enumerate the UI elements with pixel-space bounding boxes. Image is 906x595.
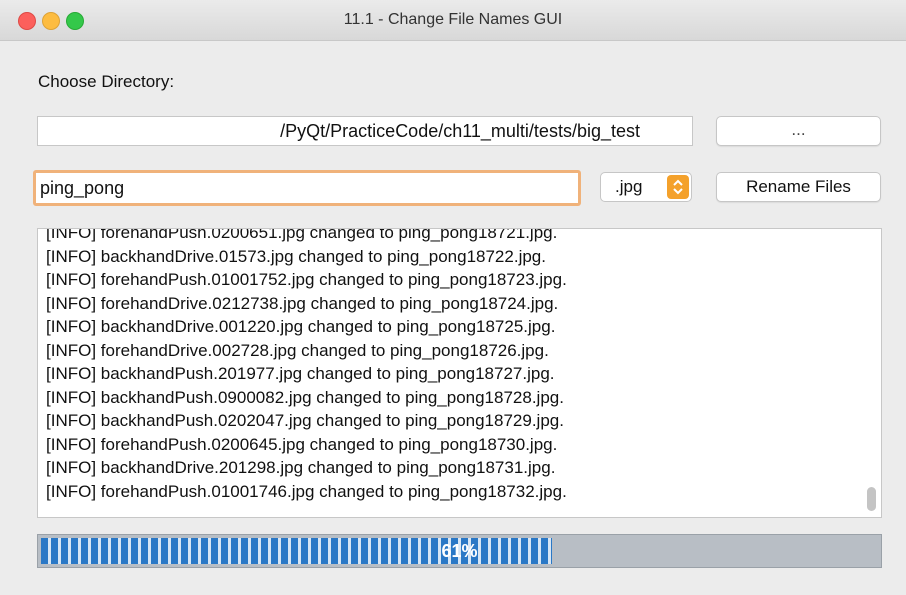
progress-bar: 61% (37, 534, 882, 568)
log-line: [INFO] backhandPush.0202047.jpg changed … (46, 411, 564, 430)
log-line: [INFO] forehandDrive.0212738.jpg changed… (46, 293, 559, 313)
log-line: [INFO] forehandDrive.002728.jpg changed … (46, 340, 549, 360)
log-line: [INFO] forehandPush.01001746.jpg changed… (46, 481, 567, 501)
log-output[interactable]: [INFO] forehandPush.0200651.jpg changed … (37, 228, 882, 518)
choose-directory-label: Choose Directory: (38, 72, 175, 91)
extension-select[interactable]: .jpg (600, 172, 692, 202)
log-lines: [INFO] forehandPush.0200651.jpg changed … (46, 228, 855, 503)
log-line: [INFO] backhandDrive.001220.jpg changed … (46, 317, 556, 336)
log-line: [INFO] backhandPush.0900082.jpg changed … (46, 387, 564, 407)
log-scrollbar[interactable] (864, 235, 878, 513)
log-line: [INFO] forehandPush.0200651.jpg changed … (46, 228, 558, 242)
new-name-input[interactable]: ping_pong (33, 170, 581, 206)
rename-files-button[interactable]: Rename Files (716, 172, 881, 202)
scrollbar-thumb[interactable] (867, 487, 876, 511)
log-line: [INFO] forehandPush.0200645.jpg changed … (46, 434, 558, 454)
directory-path-field[interactable]: /PyQt/PracticeCode/ch11_multi/tests/big_… (37, 116, 693, 146)
window-title: 11.1 - Change File Names GUI (343, 11, 563, 28)
log-line: [INFO] backhandDrive.201298.jpg changed … (46, 458, 556, 477)
browse-button[interactable]: ... (716, 116, 881, 146)
extension-value: .jpg (615, 177, 643, 196)
up-down-chevron-icon[interactable] (667, 175, 689, 199)
progress-text: 61% (441, 541, 478, 561)
log-line: [INFO] backhandDrive.01573.jpg changed t… (46, 246, 546, 266)
app-window: 11.1 - Change File Names GUI Choose Dire… (0, 0, 906, 595)
log-line: [INFO] backhandPush.201977.jpg changed t… (46, 364, 555, 383)
title-bar[interactable]: 11.1 - Change File Names GUI (0, 0, 906, 41)
log-line: [INFO] forehandPush.01001752.jpg changed… (46, 270, 567, 289)
